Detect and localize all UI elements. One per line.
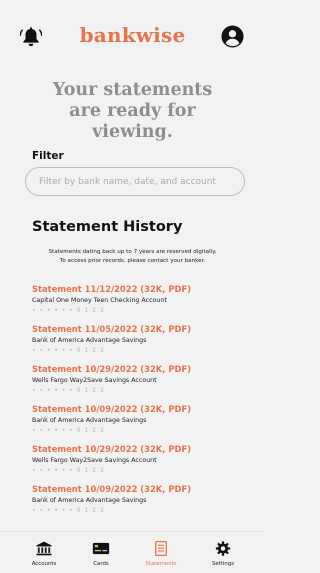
statements-screen: bankwise Your statements are ready for v… (0, 0, 265, 573)
bottom-nav: Accounts Cards Statements Settings (0, 531, 265, 573)
statement-account-name: Bank of America Advantage Savings (32, 497, 147, 504)
nav-label: Accounts (31, 561, 57, 567)
nav-item-statements[interactable]: Statements (131, 532, 191, 573)
statement-title-link[interactable]: Statement 10/29/2022 (32K, PDF) (32, 364, 247, 375)
statement-account-mask: • • • • • • 0 1 2 3 (32, 467, 105, 474)
history-note-line: Statements dating back up to 7 years are… (48, 249, 217, 255)
nav-label: Settings (211, 561, 235, 567)
statement-account-mask: • • • • • • 0 1 2 3 (32, 427, 105, 434)
statement-title-link[interactable]: Statement 10/29/2022 (32K, PDF) (32, 444, 247, 455)
credit-card-icon (92, 542, 110, 555)
statement-title-link[interactable]: Statement 10/09/2022 (32K, PDF) (32, 404, 247, 415)
statement-account-name: Wells Fargo Way2Save Savings Account (32, 377, 157, 384)
statement-item[interactable]: Statement 11/05/2022 (32K, PDF) Bank of … (32, 324, 247, 355)
statement-item[interactable]: Statement 10/29/2022 (32K, PDF) Wells Fa… (32, 444, 247, 475)
hero-line: viewing. (92, 122, 173, 142)
statement-account-name: Bank of America Advantage Savings (32, 337, 147, 344)
bank-icon (36, 541, 52, 556)
statement-account-mask: • • • • • • 0 1 2 3 (32, 347, 105, 354)
statement-title-link[interactable]: Statement 10/09/2022 (32K, PDF) (32, 484, 247, 495)
statement-item[interactable]: Statement 11/12/2022 (32K, PDF) Capital … (32, 284, 247, 315)
statement-title-link[interactable]: Statement 11/12/2022 (32K, PDF) (32, 284, 247, 295)
statement-account-name: Bank of America Advantage Savings (32, 417, 147, 424)
statement-item[interactable]: Statement 10/09/2022 (32K, PDF) Bank of … (32, 484, 247, 515)
hero-heading: Your statements are ready for viewing. (0, 80, 265, 143)
nav-item-cards[interactable]: Cards (71, 532, 131, 573)
history-note-line: To access prior records, please contact … (59, 258, 206, 264)
hero-line: Your statements (52, 80, 213, 100)
app-header: bankwise (0, 22, 265, 52)
hero-line: are ready for (69, 101, 196, 121)
statement-account-mask: • • • • • • 0 1 2 3 (32, 507, 105, 514)
nav-item-settings[interactable]: Settings (193, 532, 253, 573)
statement-account-mask: • • • • • • 0 1 2 3 (32, 307, 105, 314)
nav-label: Statements (145, 561, 177, 567)
statement-account-name: Wells Fargo Way2Save Savings Account (32, 457, 157, 464)
user-circle-icon[interactable] (221, 25, 244, 48)
statement-item[interactable]: Statement 10/09/2022 (32K, PDF) Bank of … (32, 404, 247, 435)
statement-account-mask: • • • • • • 0 1 2 3 (32, 387, 105, 394)
document-icon (155, 541, 167, 556)
history-note: Statements dating back up to 7 years are… (10, 248, 255, 266)
nav-label: Cards (93, 561, 109, 567)
filter-label: Filter (32, 150, 64, 162)
statement-history-title: Statement History (32, 219, 183, 235)
filter-input[interactable] (25, 167, 245, 196)
statement-title-link[interactable]: Statement 11/05/2022 (32K, PDF) (32, 324, 247, 335)
statement-account-name: Capital One Money Teen Checking Account (32, 297, 167, 304)
nav-item-accounts[interactable]: Accounts (14, 532, 74, 573)
gear-icon (215, 541, 231, 556)
statement-item[interactable]: Statement 10/29/2022 (32K, PDF) Wells Fa… (32, 364, 247, 395)
